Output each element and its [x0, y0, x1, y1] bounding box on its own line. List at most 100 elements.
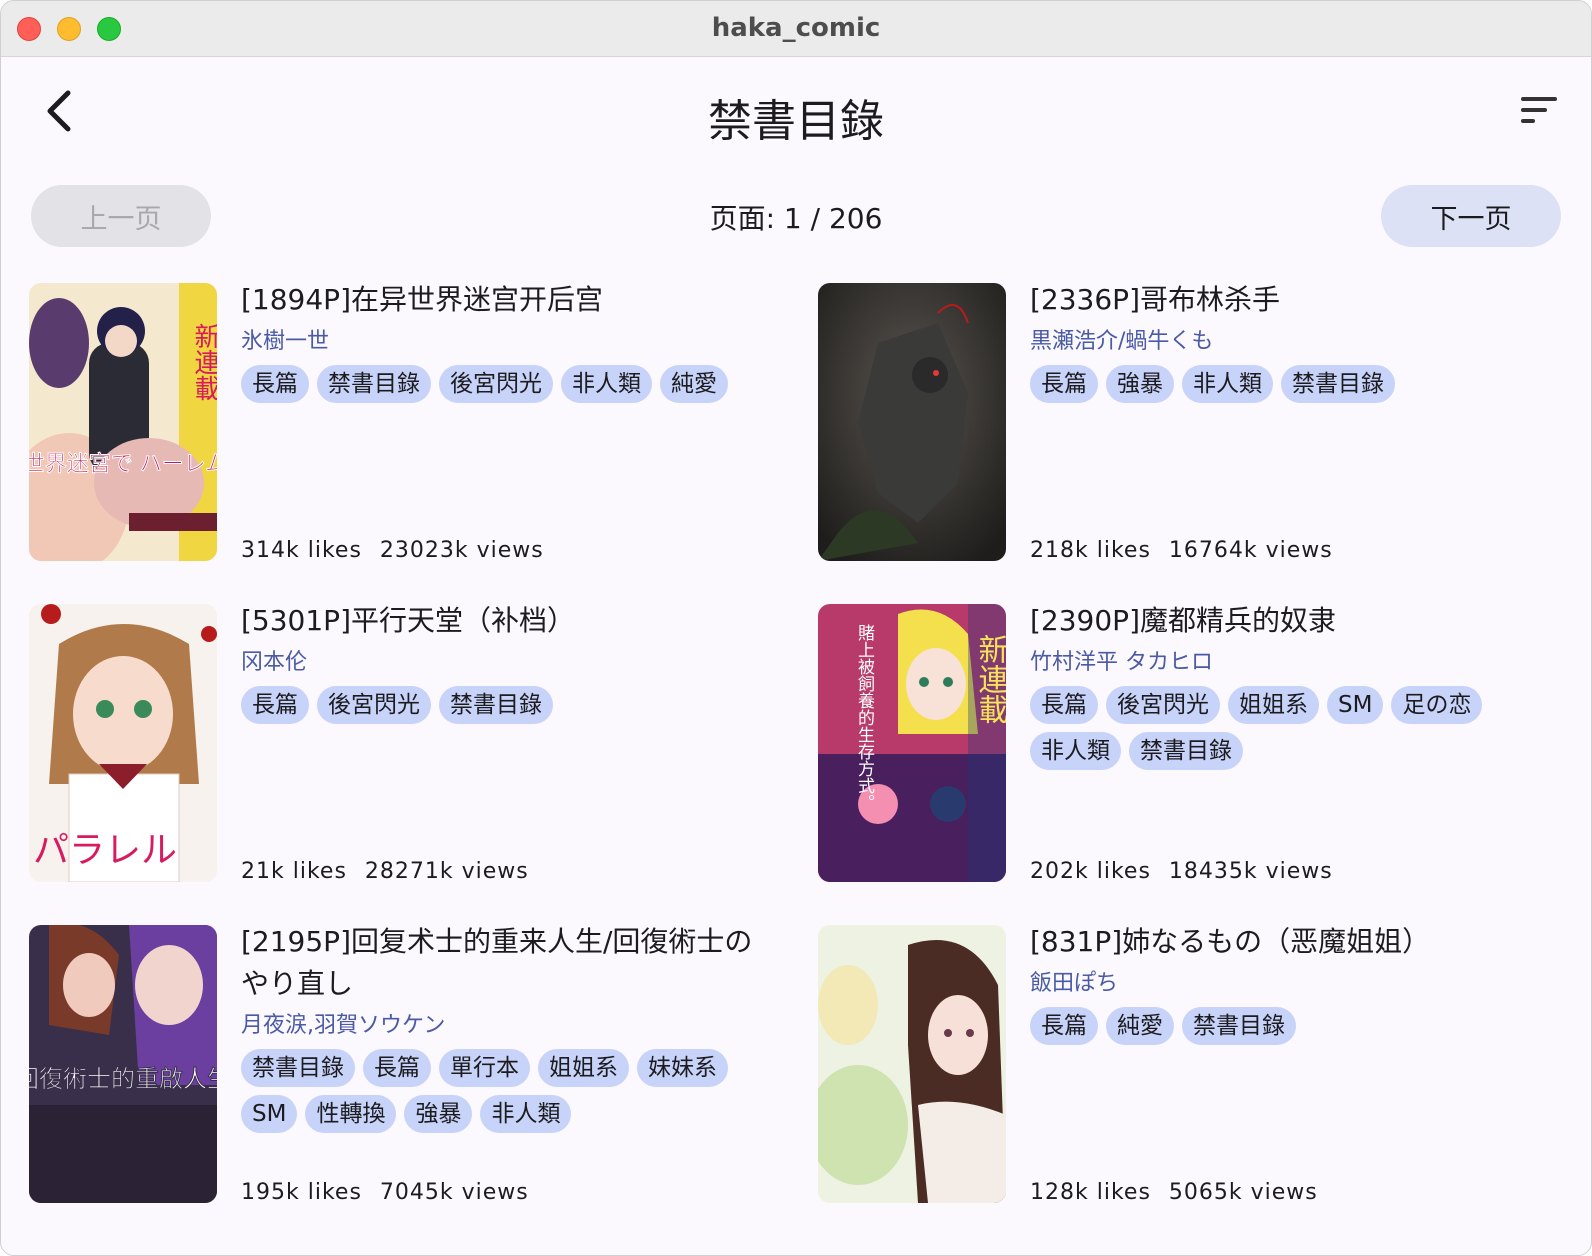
next-page-button[interactable]: 下一页 [1381, 185, 1561, 247]
comic-author[interactable]: 月夜涙,羽賀ソウケン [241, 1009, 761, 1043]
tag-chip[interactable]: 長篇 [1030, 1007, 1098, 1045]
likes-count: 21k likes [241, 859, 347, 884]
comic-title: [2336P]哥布林杀手 [1030, 283, 1280, 316]
tag-chip[interactable]: 禁書目錄 [1182, 1007, 1296, 1045]
window-titlebar: haka_comic [1, 1, 1591, 57]
views-count: 16764k views [1168, 538, 1333, 563]
comic-card[interactable]: [2336P]哥布林杀手 黒瀬浩介/蝸牛くも 長篇 強暴 非人類 禁書目錄 21… [818, 279, 1578, 563]
tag-chip[interactable]: 非人類 [1182, 365, 1273, 403]
tag-list: 禁書目錄 長篇 單行本 姐姐系 妹妹系 SM 性轉換 強暴 非人類 [241, 1049, 761, 1133]
comic-title: [1894P]在异世界迷宫开后宫 [241, 283, 603, 316]
comic-stats: 218k likes 16764k views [1030, 538, 1333, 563]
tag-chip[interactable]: 長篇 [1030, 686, 1098, 724]
tag-chip[interactable]: 姐姐系 [1228, 686, 1319, 724]
tag-list: 長篇 禁書目錄 後宮閃光 非人類 純愛 [241, 365, 761, 403]
comic-info: [2195P]回复术士的重来人生/回復術士のやり直し 月夜涙,羽賀ソウケン 禁書… [241, 921, 761, 1205]
tag-chip[interactable]: SM [241, 1095, 298, 1133]
tag-chip[interactable]: 禁書目錄 [1129, 732, 1243, 770]
comic-author[interactable]: 竹村洋平 タカヒロ [1030, 646, 1550, 680]
comic-cover-image[interactable]: パラレル [29, 604, 217, 882]
tag-chip[interactable]: 妹妹系 [637, 1049, 728, 1087]
cover-badge-text: 新連載 [973, 634, 1007, 724]
tag-chip[interactable]: 純愛 [660, 365, 728, 403]
pagination-bar: 上一页 页面: 1 / 206 下一页 [1, 183, 1591, 247]
tag-chip[interactable]: 後宮閃光 [1106, 686, 1220, 724]
window-title: haka_comic [711, 13, 881, 43]
views-count: 5065k views [1168, 1180, 1318, 1205]
tag-chip[interactable]: 姐姐系 [538, 1049, 629, 1087]
comic-card[interactable]: 異世界迷宮で ハーレムを 新連載 [1894P]在异世界迷宫开后宫 氷樹一世 長… [29, 279, 789, 563]
comic-cover-image[interactable]: 賭上被飼養的生存方式。 新連載 [818, 604, 1006, 882]
comic-card[interactable]: 賭上被飼養的生存方式。 新連載 [2390P]魔都精兵的奴隶 竹村洋平 タカヒロ… [818, 600, 1578, 884]
tag-chip[interactable]: 性轉換 [305, 1095, 397, 1133]
app-bar: 禁書目錄 [1, 57, 1591, 167]
comic-stats: 195k likes 7045k views [241, 1180, 529, 1205]
sort-button[interactable] [1515, 91, 1563, 135]
tag-chip[interactable]: 非人類 [561, 365, 652, 403]
tag-list: 長篇 後宮閃光 姐姐系 SM 足の恋 非人類 禁書目錄 [1030, 686, 1550, 770]
tag-chip[interactable]: 禁書目錄 [1281, 365, 1395, 403]
likes-count: 195k likes [241, 1180, 362, 1205]
app-window: haka_comic 禁書目錄 上一页 页面: 1 / 206 下一页 界迷宮で… [0, 0, 1592, 1256]
comic-info: [1894P]在异世界迷宫开后宫 氷樹一世 長篇 禁書目錄 後宮閃光 非人類 純… [241, 279, 761, 563]
comic-card[interactable]: パラレル [5301P]平行天堂（补档） 冈本伦 長篇 後宮閃光 禁書目錄 21… [29, 600, 789, 884]
comic-author[interactable]: 黒瀬浩介/蝸牛くも [1030, 325, 1550, 359]
views-count: 7045k views [379, 1180, 529, 1205]
cover-title-text: 回復術士的重啟人生 [29, 1065, 217, 1093]
tag-chip[interactable]: SM [1327, 686, 1384, 724]
cover-badge-text: 新連載 [190, 323, 217, 401]
comic-info: [2390P]魔都精兵的奴隶 竹村洋平 タカヒロ 長篇 後宮閃光 姐姐系 SM … [1030, 600, 1550, 884]
comic-card[interactable]: [831P]姉なるもの（恶魔姐姐） 飯田ぽち 長篇 純愛 禁書目錄 128k l… [818, 921, 1578, 1205]
comic-title: [831P]姉なるもの（恶魔姐姐） [1030, 925, 1431, 958]
cover-title-text: パラレル [33, 830, 177, 871]
tag-chip[interactable]: 禁書目錄 [439, 686, 553, 724]
tag-chip[interactable]: 單行本 [439, 1049, 530, 1087]
comic-title: [5301P]平行天堂（补档） [241, 604, 575, 637]
comic-author[interactable]: 氷樹一世 [241, 325, 761, 359]
comic-title: [2195P]回复术士的重来人生/回復術士のやり直し [241, 925, 753, 1000]
tag-chip[interactable]: 長篇 [241, 686, 309, 724]
page-indicator: 页面: 1 / 206 [709, 202, 883, 235]
tag-chip[interactable]: 純愛 [1106, 1007, 1174, 1045]
comic-title: [2390P]魔都精兵的奴隶 [1030, 604, 1336, 637]
comic-author[interactable]: 飯田ぽち [1030, 967, 1550, 1001]
likes-count: 128k likes [1030, 1180, 1151, 1205]
comic-stats: 314k likes 23023k views [241, 538, 544, 563]
tag-chip[interactable]: 後宮閃光 [317, 686, 431, 724]
views-count: 28271k views [364, 859, 529, 884]
likes-count: 202k likes [1030, 859, 1151, 884]
comic-author[interactable]: 冈本伦 [241, 646, 761, 680]
page-title: 禁書目錄 [708, 96, 884, 147]
comic-card[interactable]: 回復術士的重啟人生 [2195P]回复术士的重来人生/回復術士のやり直し 月夜涙… [29, 921, 789, 1205]
comic-cover-image[interactable] [818, 925, 1006, 1203]
tag-chip[interactable]: 禁書目錄 [241, 1049, 355, 1087]
tag-chip[interactable]: 足の恋 [1391, 686, 1483, 724]
tag-chip[interactable]: 長篇 [241, 365, 309, 403]
tag-chip[interactable]: 後宮閃光 [439, 365, 553, 403]
tag-list: 長篇 強暴 非人類 禁書目錄 [1030, 365, 1550, 403]
comic-stats: 21k likes 28271k views [241, 859, 529, 884]
tag-list: 長篇 純愛 禁書目錄 [1030, 1007, 1550, 1045]
views-count: 23023k views [379, 538, 544, 563]
comic-cover-image[interactable] [818, 283, 1006, 561]
tag-chip[interactable]: 非人類 [1030, 732, 1121, 770]
comic-stats: 202k likes 18435k views [1030, 859, 1333, 884]
cover-title-text: 賭上被飼養的生存方式。 [854, 624, 875, 811]
tag-chip[interactable]: 長篇 [1030, 365, 1098, 403]
comic-cover-image[interactable]: 異世界迷宮で ハーレムを 新連載 [29, 283, 217, 561]
views-count: 18435k views [1168, 859, 1333, 884]
comic-cover-image[interactable]: 回復術士的重啟人生 [29, 925, 217, 1203]
comic-info: [5301P]平行天堂（补档） 冈本伦 長篇 後宮閃光 禁書目錄 21k lik… [241, 600, 761, 884]
tag-chip[interactable]: 長篇 [363, 1049, 431, 1087]
tag-chip[interactable]: 強暴 [404, 1095, 473, 1133]
cover-title-text: 異世界迷宮で ハーレムを [29, 452, 217, 477]
comic-info: [831P]姉なるもの（恶魔姐姐） 飯田ぽち 長篇 純愛 禁書目錄 128k l… [1030, 921, 1550, 1205]
tag-list: 長篇 後宮閃光 禁書目錄 [241, 686, 761, 724]
likes-count: 218k likes [1030, 538, 1151, 563]
comic-stats: 128k likes 5065k views [1030, 1180, 1318, 1205]
likes-count: 314k likes [241, 538, 362, 563]
tag-chip[interactable]: 強暴 [1106, 365, 1174, 403]
tag-chip[interactable]: 禁書目錄 [317, 365, 431, 403]
tag-chip[interactable]: 非人類 [480, 1095, 572, 1133]
comic-info: [2336P]哥布林杀手 黒瀬浩介/蝸牛くも 長篇 強暴 非人類 禁書目錄 21… [1030, 279, 1550, 563]
